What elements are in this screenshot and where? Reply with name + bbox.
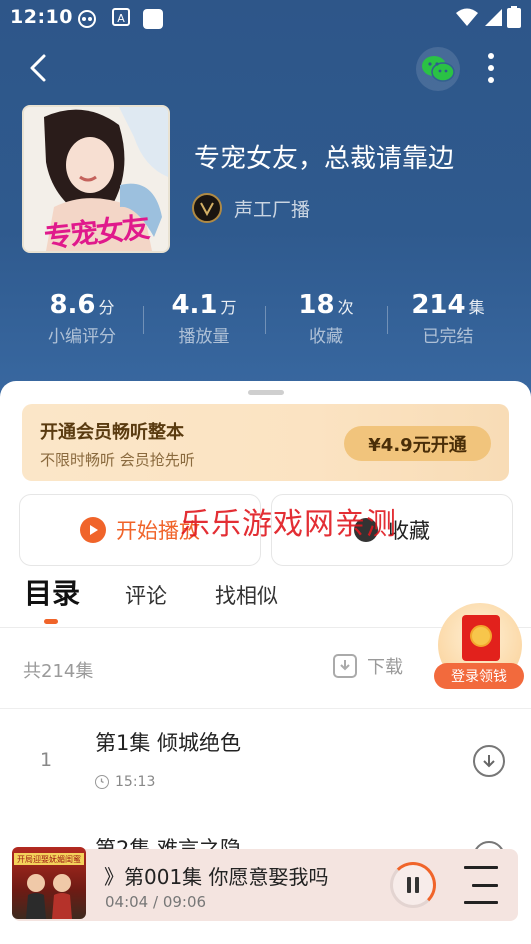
back-button[interactable] bbox=[20, 50, 56, 86]
mini-player[interactable]: 开局迎娶妩媚闺蜜 》第001集 你愿意娶我吗 04:04 / 09:06 bbox=[12, 847, 518, 921]
wifi-icon bbox=[455, 7, 479, 31]
author-avatar bbox=[192, 193, 222, 223]
author-link[interactable]: 声工厂播 bbox=[192, 193, 310, 223]
reward-label: 登录领钱 bbox=[434, 663, 524, 689]
playlist-icon bbox=[464, 866, 498, 869]
favorite-icon bbox=[354, 518, 378, 542]
status-time: 12:10 bbox=[10, 6, 73, 28]
stat-value: 4.1 bbox=[171, 290, 218, 320]
stat-value: 8.6 bbox=[49, 290, 96, 320]
episode-duration: 15:13 bbox=[95, 774, 155, 790]
square-app-icon bbox=[142, 8, 163, 29]
favorite-label: 收藏 bbox=[388, 519, 430, 543]
player-track-title: 》第001集 你愿意娶我吗 bbox=[104, 865, 329, 889]
wechat-share-button[interactable] bbox=[416, 47, 460, 91]
episode-download-button[interactable] bbox=[473, 745, 505, 777]
stat-label: 播放量 bbox=[178, 327, 230, 347]
album-stats: 8.6 分 小编评分 4.1 万 播放量 18 次 收藏 214 集 已完结 bbox=[0, 290, 531, 360]
font-a-icon: A bbox=[112, 8, 132, 28]
login-reward-button[interactable]: 登录领钱 bbox=[434, 603, 524, 691]
author-name: 声工厂播 bbox=[234, 198, 311, 221]
stat-label: 小编评分 bbox=[48, 327, 116, 347]
stat-favorites: 18 次 收藏 bbox=[260, 290, 392, 347]
episode-item[interactable]: 1 第1集 倾城绝色 15:13 bbox=[0, 709, 531, 819]
stat-rating: 8.6 分 小编评分 bbox=[16, 290, 148, 347]
download-all-button[interactable]: 下载 bbox=[333, 653, 403, 679]
stat-unit: 万 bbox=[220, 298, 237, 317]
album-title: 专宠女友，总裁请靠边 bbox=[194, 144, 455, 174]
album-cover[interactable]: 专宠女友 bbox=[22, 105, 170, 253]
vip-open-button[interactable]: ¥4.9元开通 bbox=[344, 426, 491, 461]
clock-icon bbox=[95, 775, 109, 789]
episode-duration-text: 15:13 bbox=[115, 774, 156, 790]
stat-label: 收藏 bbox=[309, 327, 343, 347]
tab-similar[interactable]: 找相似 bbox=[215, 580, 278, 610]
player-time: 04:04 / 09:06 bbox=[105, 893, 207, 911]
drag-handle[interactable] bbox=[248, 390, 284, 395]
download-icon bbox=[333, 654, 357, 678]
stat-unit: 集 bbox=[468, 298, 485, 317]
playlist-button[interactable] bbox=[464, 866, 498, 904]
wechat-icon bbox=[422, 56, 455, 82]
play-icon bbox=[80, 517, 106, 543]
stat-value: 18 bbox=[298, 290, 335, 320]
vip-subtitle: 不限时畅听 会员抢先听 bbox=[40, 451, 195, 469]
more-vertical-icon bbox=[488, 53, 494, 59]
stat-unit: 次 bbox=[337, 298, 354, 317]
status-bar: 12:10 A bbox=[0, 0, 531, 36]
favorite-button[interactable]: 收藏 bbox=[271, 494, 513, 566]
signal-icon bbox=[483, 7, 503, 31]
pause-button[interactable] bbox=[390, 862, 436, 908]
active-tab-indicator bbox=[44, 619, 58, 624]
tab-comments[interactable]: 评论 bbox=[125, 580, 167, 610]
episode-count: 共214集 bbox=[23, 661, 94, 682]
episode-title: 第1集 倾城绝色 bbox=[95, 731, 242, 755]
svg-text:A: A bbox=[117, 12, 125, 25]
system-status bbox=[455, 6, 521, 32]
stat-plays: 4.1 万 播放量 bbox=[138, 290, 270, 347]
vip-banner[interactable]: 开通会员畅听整本 不限时畅听 会员抢先听 ¥4.9元开通 bbox=[22, 404, 509, 481]
start-play-button[interactable]: 开始播放 bbox=[19, 494, 261, 566]
stat-unit: 分 bbox=[98, 298, 115, 317]
episode-index: 1 bbox=[40, 749, 53, 771]
download-icon bbox=[483, 755, 495, 768]
stat-episodes: 214 集 已完结 bbox=[382, 290, 514, 347]
coin-icon bbox=[470, 625, 492, 647]
battery-icon bbox=[507, 6, 521, 32]
headset-icon bbox=[76, 8, 96, 28]
chevron-left-icon bbox=[30, 54, 46, 82]
vip-title: 开通会员畅听整本 bbox=[40, 422, 184, 443]
more-options-button[interactable] bbox=[478, 48, 504, 88]
tab-catalog[interactable]: 目录 bbox=[24, 572, 80, 612]
album-header: 12:10 A 专宠女友 专宠女友，总裁请靠边 声工厂播 8.6 分 小编评分 … bbox=[0, 0, 531, 420]
stat-value: 214 bbox=[411, 290, 466, 320]
download-label: 下载 bbox=[367, 657, 403, 678]
player-cover[interactable]: 开局迎娶妩媚闺蜜 bbox=[12, 847, 86, 919]
player-cover-art bbox=[26, 874, 72, 919]
pause-icon bbox=[407, 877, 411, 893]
start-play-label: 开始播放 bbox=[116, 519, 200, 543]
stat-label: 已完结 bbox=[422, 327, 474, 347]
